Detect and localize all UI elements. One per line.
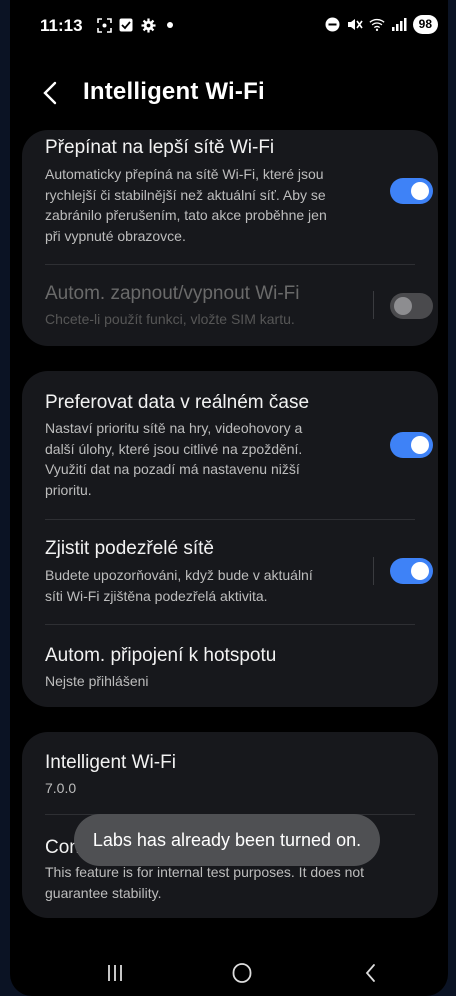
setting-title: Preferovat data v reálném čase (45, 392, 310, 413)
description-line: Budete upozorňováni, když bude v aktuáln… (45, 567, 313, 583)
description-line: This feature is for internal test purpos… (45, 864, 365, 880)
card-network-priority: Preferovat data v reálném čase Nastaví p… (22, 371, 438, 707)
nav-back-icon[interactable] (356, 960, 386, 986)
description-line: další úlohy, které jsou citlivé na zpožd… (45, 440, 303, 457)
status-icons-right: 98 (325, 15, 438, 34)
about-version[interactable]: Intelligent Wi-Fi 7.0.0 (22, 732, 438, 814)
phone-screen: 11:13 98 Intelligent Wi-Fi Přepínat na l… (10, 0, 448, 996)
setting-description: Nastaví prioritu sítě na hry, videohovor… (45, 418, 375, 500)
battery-indicator: 98 (412, 15, 438, 34)
toast-message: Labs has already been turned on. (74, 814, 380, 866)
status-bar: 11:13 98 (10, 0, 448, 52)
setting-title: Zjistit podezřelé sítě (45, 538, 214, 559)
setting-hotspot-auto-connect[interactable]: Autom. připojení k hotspotu Nejste přihl… (22, 625, 438, 707)
description-line: síti Wi-Fi zjištěna podezřelá aktivita. (45, 587, 268, 604)
description-line: Využití dat na pozadí má nastavenu nižší (45, 461, 300, 477)
toggle-knob (411, 562, 429, 580)
do-not-disturb-icon (325, 17, 341, 33)
app-header: Intelligent Wi-Fi (10, 72, 448, 116)
recents-icon[interactable] (100, 960, 130, 986)
setting-description: Budete upozorňováni, když bude v aktuáln… (45, 565, 375, 606)
back-arrow-icon[interactable] (38, 78, 64, 108)
suspicious-networks-toggle[interactable] (390, 558, 433, 584)
setting-title: Intelligent Wi-Fi (45, 752, 176, 773)
setting-suspicious-networks[interactable]: Zjistit podezřelé sítě Budete upozorňová… (22, 520, 438, 624)
screenshot-icon (96, 17, 112, 33)
check-box-icon (118, 17, 134, 33)
description-line: prioritu. (45, 481, 92, 498)
setting-title: Přepínat na lepší sítě Wi-Fi (45, 137, 275, 158)
setting-realtime-data[interactable]: Preferovat data v reálném čase Nastaví p… (22, 371, 438, 519)
setting-auto-wifi[interactable]: Autom. zapnout/vypnout Wi-Fi Chcete-li p… (22, 265, 438, 346)
home-icon[interactable] (227, 960, 257, 986)
realtime-data-toggle[interactable] (390, 432, 433, 458)
toggle-knob (394, 297, 412, 315)
description-line: při vypnuté obrazovce. (45, 227, 186, 244)
setting-description: Automaticky přepíná na sítě Wi-Fi, které… (45, 164, 375, 246)
toggle-knob (411, 182, 429, 200)
description-line: guarantee stability. (45, 884, 162, 901)
navigation-bar (10, 950, 448, 996)
vertical-separator (373, 557, 374, 585)
signal-icon (391, 17, 407, 33)
setting-description: Nejste přihlášeni (45, 673, 149, 689)
description-line: rychlejší či stabilnější než aktuální sí… (45, 186, 326, 203)
description-line: zabránilo přerušením, tato akce proběhne… (45, 207, 327, 223)
wifi-icon (369, 17, 385, 33)
settings-gear-icon (140, 17, 156, 33)
page-title: Intelligent Wi-Fi (83, 78, 265, 105)
dot-icon (162, 17, 178, 33)
status-time: 11:13 (40, 16, 83, 35)
auto-wifi-toggle[interactable] (390, 293, 433, 319)
toggle-knob (411, 436, 429, 454)
setting-description: This feature is for internal test purpos… (45, 862, 425, 903)
description-line: Automaticky přepíná na sítě Wi-Fi, které… (45, 166, 324, 182)
card-wifi-switching: Přepínat na lepší sítě Wi-Fi Automaticky… (22, 130, 438, 346)
status-icons-left (96, 17, 178, 33)
description-line: Nastaví prioritu sítě na hry, videohovor… (45, 420, 303, 436)
vertical-separator (373, 291, 374, 319)
setting-title: Autom. připojení k hotspotu (45, 645, 277, 666)
switch-better-wifi-toggle[interactable] (390, 178, 433, 204)
setting-description: Chcete-li použít funkci, vložte SIM kart… (45, 311, 295, 327)
setting-switch-better-wifi[interactable]: Přepínat na lepší sítě Wi-Fi Automaticky… (22, 130, 438, 264)
setting-title: Autom. zapnout/vypnout Wi-Fi (45, 283, 300, 304)
version-number: 7.0.0 (45, 780, 77, 796)
mute-icon (347, 17, 363, 33)
